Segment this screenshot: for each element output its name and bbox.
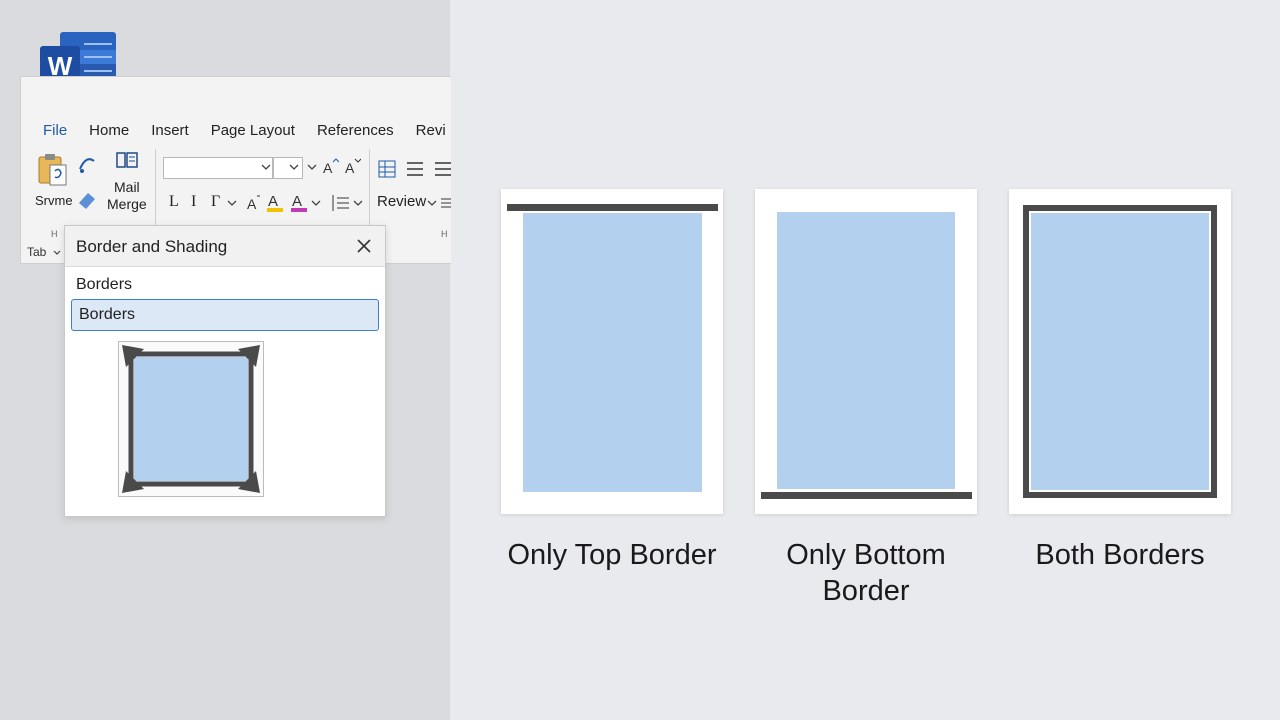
grow-font-icon[interactable]: A: [321, 157, 339, 177]
svg-text:A: A: [345, 160, 355, 176]
chevron-down-icon: [289, 164, 299, 170]
paste-label[interactable]: Srvme: [35, 193, 73, 208]
paragraph-icon[interactable]: [439, 195, 451, 211]
border-shading-dialog: Border and Shading Borders Borders: [64, 225, 386, 517]
caption-bottom-border: Only Bottom Border: [786, 539, 946, 607]
chevron-down-icon: [307, 164, 317, 170]
chevron-down-icon: [261, 164, 271, 170]
shrink-font-icon[interactable]: A: [343, 157, 361, 177]
group-letter-1: H: [51, 229, 58, 239]
review-dropdown[interactable]: Review: [377, 193, 426, 210]
dialog-header: Border and Shading: [65, 226, 385, 267]
tab-insert[interactable]: Insert: [151, 122, 189, 139]
dialog-title: Border and Shading: [76, 237, 228, 256]
svg-text:A: A: [292, 193, 302, 210]
caption-top-border: Only Top Border: [507, 539, 717, 571]
borders-option-label: Borders: [79, 306, 136, 323]
chevron-down-icon: [353, 200, 363, 206]
example-bottom-border-page: [755, 189, 977, 514]
table-icon[interactable]: [377, 159, 397, 179]
example-top-border-page: [501, 189, 723, 514]
svg-text:A: A: [268, 193, 278, 210]
format-painter-icon[interactable]: [76, 153, 98, 175]
font-button-3[interactable]: Γ: [211, 193, 220, 211]
tab-dropdown[interactable]: Tab: [27, 245, 46, 259]
mail-merge-button[interactable]: Mail Merge: [107, 179, 147, 213]
font-name-dropdown[interactable]: [163, 157, 273, 179]
justify-icon[interactable]: [433, 159, 451, 179]
top-border-preview: [507, 204, 718, 492]
font-color-icon[interactable]: A: [265, 191, 285, 213]
paste-icon[interactable]: [37, 153, 69, 187]
borders-section-label: Borders: [76, 276, 133, 293]
border-preview[interactable]: [118, 341, 264, 497]
highlight-color-icon[interactable]: A: [289, 191, 309, 213]
both-borders-preview: [1023, 205, 1217, 498]
clear-format-icon[interactable]: A: [245, 193, 263, 213]
font-button-2[interactable]: I: [191, 193, 196, 211]
ribbon-tabs: File Home Insert Page Layout References …: [43, 122, 451, 139]
chevron-down-icon: [227, 200, 237, 206]
list-icon[interactable]: [331, 193, 351, 213]
bottom-border-preview: [761, 212, 972, 499]
tab-page-layout[interactable]: Page Layout: [211, 122, 295, 139]
font-button-1[interactable]: L: [169, 193, 179, 211]
tab-file[interactable]: File: [43, 122, 67, 139]
eraser-icon[interactable]: [76, 189, 98, 211]
chevron-down-icon: [311, 200, 321, 206]
svg-text:A: A: [247, 196, 257, 212]
align-icon[interactable]: [405, 159, 425, 179]
group-separator: [369, 149, 370, 231]
borders-option-selected[interactable]: Borders: [71, 299, 379, 331]
close-icon[interactable]: [353, 235, 375, 257]
group-letter-2: H: [441, 229, 448, 239]
chevron-down-icon: [53, 250, 61, 255]
group-separator: [155, 149, 156, 231]
mail-merge-icon[interactable]: [115, 151, 139, 171]
svg-text:A: A: [323, 160, 333, 176]
tab-references[interactable]: References: [317, 122, 394, 139]
caption-both-borders: Both Borders: [1035, 539, 1205, 571]
tab-review-partial[interactable]: Revi: [416, 122, 446, 139]
example-both-borders-page: [1009, 189, 1231, 514]
chevron-down-icon: [427, 200, 437, 206]
tab-home[interactable]: Home: [89, 122, 129, 139]
